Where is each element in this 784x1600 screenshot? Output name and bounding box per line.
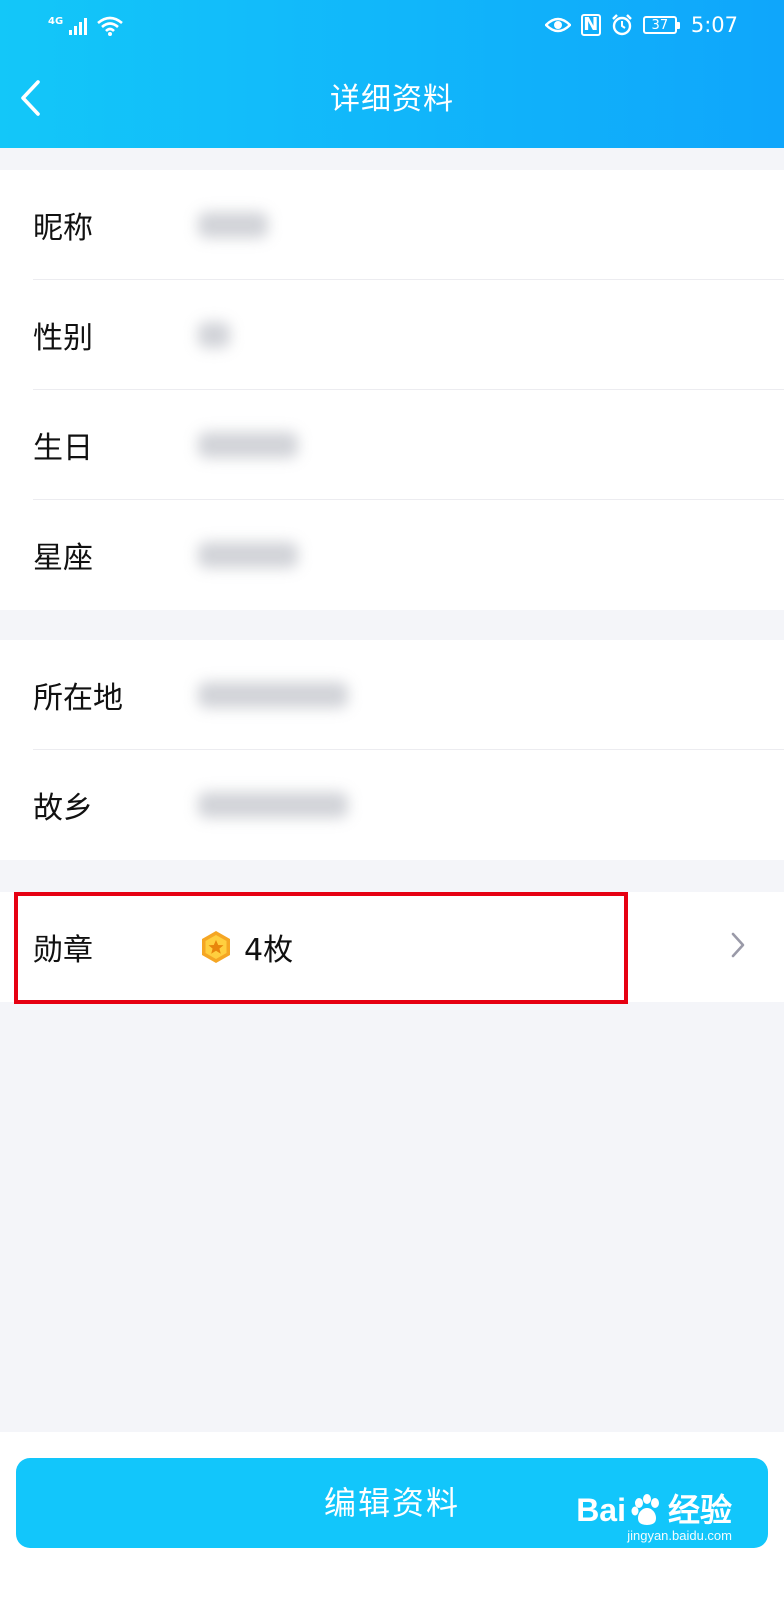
status-time: 5:07	[690, 13, 738, 37]
highlight-box	[14, 892, 628, 1004]
nickname-row[interactable]: 昵称	[0, 170, 784, 280]
battery-icon: 37	[642, 16, 680, 34]
status-left: 4G	[48, 12, 124, 40]
birthday-row[interactable]: 生日	[0, 390, 784, 500]
basic-info-group: 昵称 性别 生日 星座	[0, 170, 784, 610]
gender-label: 性别	[33, 321, 93, 356]
location-row[interactable]: 所在地	[0, 640, 784, 750]
watermark-brand-left: Bai	[576, 1492, 626, 1528]
status-right: N 37 5:07	[544, 10, 738, 40]
signal-icon	[69, 18, 88, 35]
wifi-icon	[97, 16, 124, 36]
baidu-watermark: Bai 经验 jingyan.baidu.com	[576, 1492, 732, 1544]
hometown-label: 故乡	[33, 791, 93, 826]
constellation-row[interactable]: 星座	[0, 500, 784, 610]
network-type: 4G	[48, 15, 64, 27]
gender-row[interactable]: 性别	[0, 280, 784, 390]
constellation-value-blurred	[198, 542, 298, 568]
alarm-icon	[611, 14, 632, 36]
constellation-label: 星座	[33, 541, 93, 576]
watermark-url: jingyan.baidu.com	[627, 1528, 732, 1543]
nickname-value-blurred	[198, 212, 268, 238]
eye-icon	[544, 17, 571, 33]
hometown-row[interactable]: 故乡	[0, 750, 784, 860]
gender-value-blurred	[198, 322, 230, 348]
watermark-brand-right: 经验	[667, 1492, 732, 1528]
location-label: 所在地	[33, 681, 123, 716]
nfc-icon: N	[580, 14, 601, 36]
chevron-right-icon	[731, 932, 745, 958]
location-group: 所在地 故乡	[0, 640, 784, 860]
location-value-blurred	[198, 682, 348, 708]
page-title: 详细资料	[330, 82, 454, 117]
nickname-label: 昵称	[33, 211, 93, 246]
birthday-value-blurred	[198, 432, 298, 458]
hometown-value-blurred	[198, 792, 348, 818]
birthday-label: 生日	[33, 431, 93, 466]
paw-icon	[631, 1494, 659, 1525]
header-bar: 4G N 37 5:07 详细资料	[0, 0, 784, 148]
